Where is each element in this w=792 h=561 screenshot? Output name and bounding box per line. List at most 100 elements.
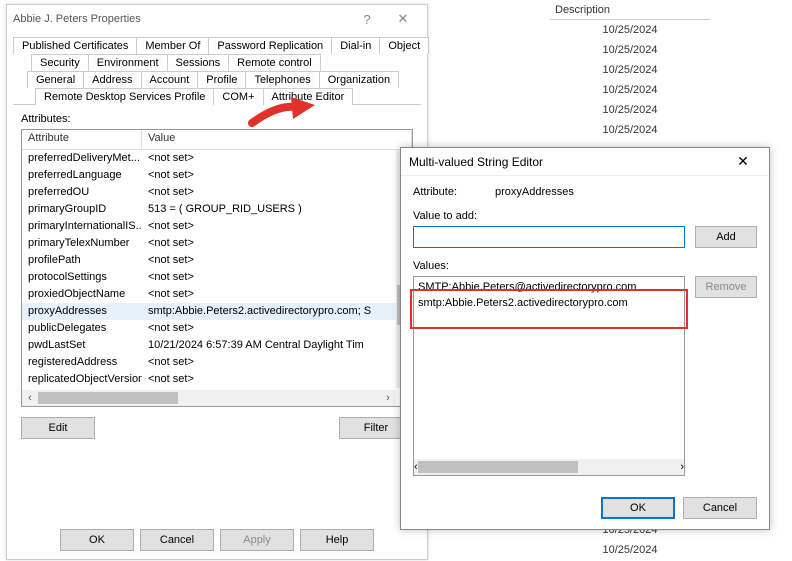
bg-date-cell[interactable]: 10/25/2024 (550, 60, 710, 80)
titlebar: Abbie J. Peters Properties ? ✕ (7, 5, 427, 33)
tab-account[interactable]: Account (141, 71, 199, 88)
tab-member-of[interactable]: Member Of (136, 37, 209, 54)
help-button[interactable]: Help (300, 529, 374, 551)
tab-organization[interactable]: Organization (319, 71, 399, 88)
tab-environment[interactable]: Environment (88, 54, 168, 71)
close-icon[interactable]: ✕ (385, 7, 421, 31)
tabstrip: Published Certificates Member Of Passwor… (7, 33, 427, 105)
tab-password-replication[interactable]: Password Replication (208, 37, 332, 54)
listview-header: Attribute Value (22, 130, 412, 150)
list-item[interactable]: smtp:Abbie.Peters2.activedirectorypro.co… (418, 295, 680, 311)
values-label: Values: (413, 260, 757, 272)
attribute-cell: preferredDeliveryMet... (22, 150, 142, 167)
attribute-cell: pwdLastSet (22, 337, 142, 354)
attribute-name: proxyAddresses (495, 186, 574, 198)
tab-general[interactable]: General (27, 71, 84, 88)
attributes-listview[interactable]: Attribute Value preferredDeliveryMet...<… (21, 129, 413, 407)
attribute-cell: profilePath (22, 252, 142, 269)
value-to-add-input[interactable] (413, 226, 685, 248)
attribute-cell: primaryTelexNumber (22, 235, 142, 252)
table-row[interactable]: publicDelegates<not set> (22, 320, 412, 337)
value-cell: <not set> (142, 286, 412, 303)
add-button[interactable]: Add (695, 226, 757, 248)
dialog-title: Multi-valued String Editor (409, 155, 725, 169)
column-header-attribute[interactable]: Attribute (22, 130, 142, 149)
bg-date-cell[interactable]: 10/25/2024 (550, 100, 710, 120)
value-cell: <not set> (142, 235, 412, 252)
tab-telephones[interactable]: Telephones (245, 71, 319, 88)
attribute-cell: protocolSettings (22, 269, 142, 286)
table-row[interactable]: pwdLastSet10/21/2024 6:57:39 AM Central … (22, 337, 412, 354)
cancel-button[interactable]: Cancel (140, 529, 214, 551)
ok-button[interactable]: OK (601, 497, 675, 519)
table-row[interactable]: profilePath<not set> (22, 252, 412, 269)
table-row[interactable]: preferredLanguage<not set> (22, 167, 412, 184)
tab-rds-profile[interactable]: Remote Desktop Services Profile (35, 88, 214, 105)
value-cell: <not set> (142, 320, 412, 337)
attribute-cell: primaryGroupID (22, 201, 142, 218)
bg-column-header[interactable]: Description (550, 0, 710, 20)
value-to-add-label: Value to add: (413, 210, 757, 222)
attribute-cell: replicatedObjectVersion (22, 371, 142, 388)
value-cell: <not set> (142, 371, 412, 388)
tab-published-certificates[interactable]: Published Certificates (13, 37, 137, 54)
ok-button[interactable]: OK (60, 529, 134, 551)
table-row[interactable]: primaryTelexNumber<not set> (22, 235, 412, 252)
list-item[interactable]: SMTP:Abbie.Peters@activedirectorypro.com (418, 279, 680, 295)
properties-dialog: Abbie J. Peters Properties ? ✕ Published… (6, 4, 428, 560)
table-row[interactable]: replicatedObjectVersion<not set> (22, 371, 412, 388)
attribute-cell: proxiedObjectName (22, 286, 142, 303)
value-cell: <not set> (142, 354, 412, 371)
table-row[interactable]: preferredDeliveryMet...<not set> (22, 150, 412, 167)
annotation-arrow-icon (247, 95, 317, 131)
attribute-cell: primaryInternationalIS... (22, 218, 142, 235)
value-cell: <not set> (142, 269, 412, 286)
table-row[interactable]: registeredAddress<not set> (22, 354, 412, 371)
scrollbar-thumb[interactable] (38, 392, 178, 404)
apply-button[interactable]: Apply (220, 529, 294, 551)
attribute-cell: publicDelegates (22, 320, 142, 337)
attribute-label: Attribute: (413, 186, 457, 198)
titlebar: Multi-valued String Editor ✕ (401, 148, 769, 176)
table-row[interactable]: proxyAddressessmtp:Abbie.Peters2.actived… (22, 303, 412, 320)
close-icon[interactable]: ✕ (725, 153, 761, 170)
attribute-cell: preferredOU (22, 184, 142, 201)
scrollbar-thumb[interactable] (418, 461, 578, 473)
table-row[interactable]: protocolSettings<not set> (22, 269, 412, 286)
values-listbox[interactable]: SMTP:Abbie.Peters@activedirectorypro.com… (413, 276, 685, 476)
scroll-right-icon[interactable]: › (380, 390, 396, 406)
value-cell: <not set> (142, 167, 412, 184)
value-cell: 10/21/2024 6:57:39 AM Central Daylight T… (142, 337, 412, 354)
tab-address[interactable]: Address (83, 71, 141, 88)
bg-date-cell[interactable]: 10/25/2024 (550, 540, 710, 560)
scroll-left-icon[interactable]: ‹ (22, 390, 38, 406)
remove-button[interactable]: Remove (695, 276, 757, 298)
bg-date-cell[interactable]: 10/25/2024 (550, 20, 710, 40)
listview-body[interactable]: preferredDeliveryMet...<not set>preferre… (22, 150, 412, 388)
tab-security[interactable]: Security (31, 54, 89, 71)
table-row[interactable]: primaryGroupID513 = ( GROUP_RID_USERS ) (22, 201, 412, 218)
edit-button[interactable]: Edit (21, 417, 95, 439)
attribute-cell: registeredAddress (22, 354, 142, 371)
tab-remote-control[interactable]: Remote control (228, 54, 321, 71)
tab-object[interactable]: Object (379, 37, 429, 54)
table-row[interactable]: preferredOU<not set> (22, 184, 412, 201)
multivalued-editor-dialog: Multi-valued String Editor ✕ Attribute: … (400, 147, 770, 530)
table-row[interactable]: proxiedObjectName<not set> (22, 286, 412, 303)
value-cell: <not set> (142, 184, 412, 201)
column-header-value[interactable]: Value (142, 130, 412, 149)
help-icon[interactable]: ? (349, 7, 385, 31)
value-cell: <not set> (142, 218, 412, 235)
bg-date-cell[interactable]: 10/25/2024 (550, 40, 710, 60)
horizontal-scrollbar[interactable]: ‹ › (414, 459, 684, 475)
horizontal-scrollbar[interactable]: ‹ › (22, 390, 396, 406)
value-cell: 513 = ( GROUP_RID_USERS ) (142, 201, 412, 218)
scroll-right-icon[interactable]: › (680, 461, 684, 473)
table-row[interactable]: primaryInternationalIS...<not set> (22, 218, 412, 235)
bg-date-cell[interactable]: 10/25/2024 (550, 120, 710, 140)
tab-dial-in[interactable]: Dial-in (331, 37, 380, 54)
cancel-button[interactable]: Cancel (683, 497, 757, 519)
tab-profile[interactable]: Profile (197, 71, 246, 88)
tab-sessions[interactable]: Sessions (167, 54, 230, 71)
bg-date-cell[interactable]: 10/25/2024 (550, 80, 710, 100)
